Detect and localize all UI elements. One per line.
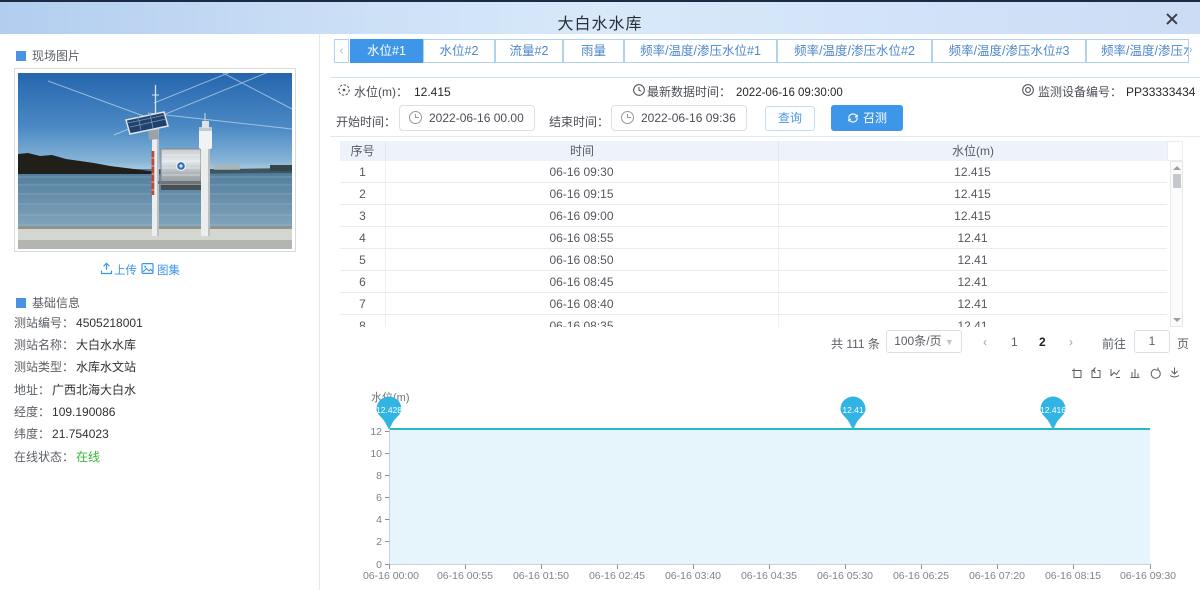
svg-text:6: 6 — [376, 492, 382, 504]
svg-text:06-16 00:00: 06-16 00:00 — [363, 570, 419, 582]
svg-text:06-16 09:30: 06-16 09:30 — [1120, 570, 1176, 582]
svg-text:06-16 00:55: 06-16 00:55 — [437, 570, 493, 582]
svg-text:12: 12 — [370, 426, 382, 438]
svg-text:06-16 01:50: 06-16 01:50 — [513, 570, 569, 582]
svg-text:06-16 02:45: 06-16 02:45 — [589, 570, 645, 582]
svg-text:10: 10 — [370, 448, 382, 460]
svg-text:06-16 06:25: 06-16 06:25 — [893, 570, 949, 582]
svg-text:12.416: 12.416 — [1040, 405, 1066, 415]
svg-text:12.41: 12.41 — [842, 405, 864, 415]
svg-text:06-16 08:15: 06-16 08:15 — [1045, 570, 1101, 582]
svg-text:12.428: 12.428 — [376, 405, 402, 415]
svg-text:06-16 04:35: 06-16 04:35 — [741, 570, 797, 582]
svg-text:4: 4 — [376, 514, 382, 526]
svg-text:8: 8 — [376, 470, 382, 482]
svg-text:06-16 03:40: 06-16 03:40 — [665, 570, 721, 582]
svg-text:06-16 07:20: 06-16 07:20 — [969, 570, 1025, 582]
svg-text:06-16 05:30: 06-16 05:30 — [817, 570, 873, 582]
svg-text:2: 2 — [376, 536, 382, 548]
